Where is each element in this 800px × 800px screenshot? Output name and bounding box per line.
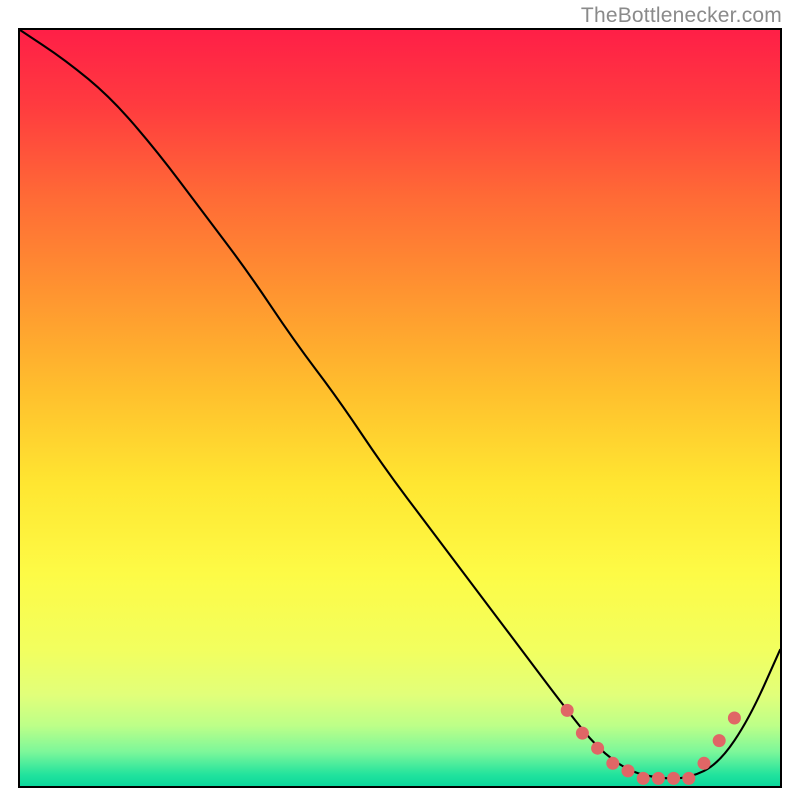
highlight-point: [652, 772, 665, 785]
highlight-point: [637, 772, 650, 785]
watermark-text: TheBottlenecker.com: [581, 4, 782, 28]
plot-area: [18, 28, 782, 788]
highlight-point: [713, 734, 726, 747]
highlight-point: [698, 757, 711, 770]
chart-svg: [20, 30, 780, 786]
highlight-point: [591, 742, 604, 755]
highlight-point: [561, 704, 574, 717]
highlight-point: [576, 727, 589, 740]
chart-frame: TheBottlenecker.com: [0, 0, 800, 800]
highlight-point: [667, 772, 680, 785]
highlight-point: [728, 712, 741, 725]
highlight-point: [682, 772, 695, 785]
highlight-point: [622, 764, 635, 777]
gradient-background: [20, 30, 780, 786]
highlight-point: [606, 757, 619, 770]
